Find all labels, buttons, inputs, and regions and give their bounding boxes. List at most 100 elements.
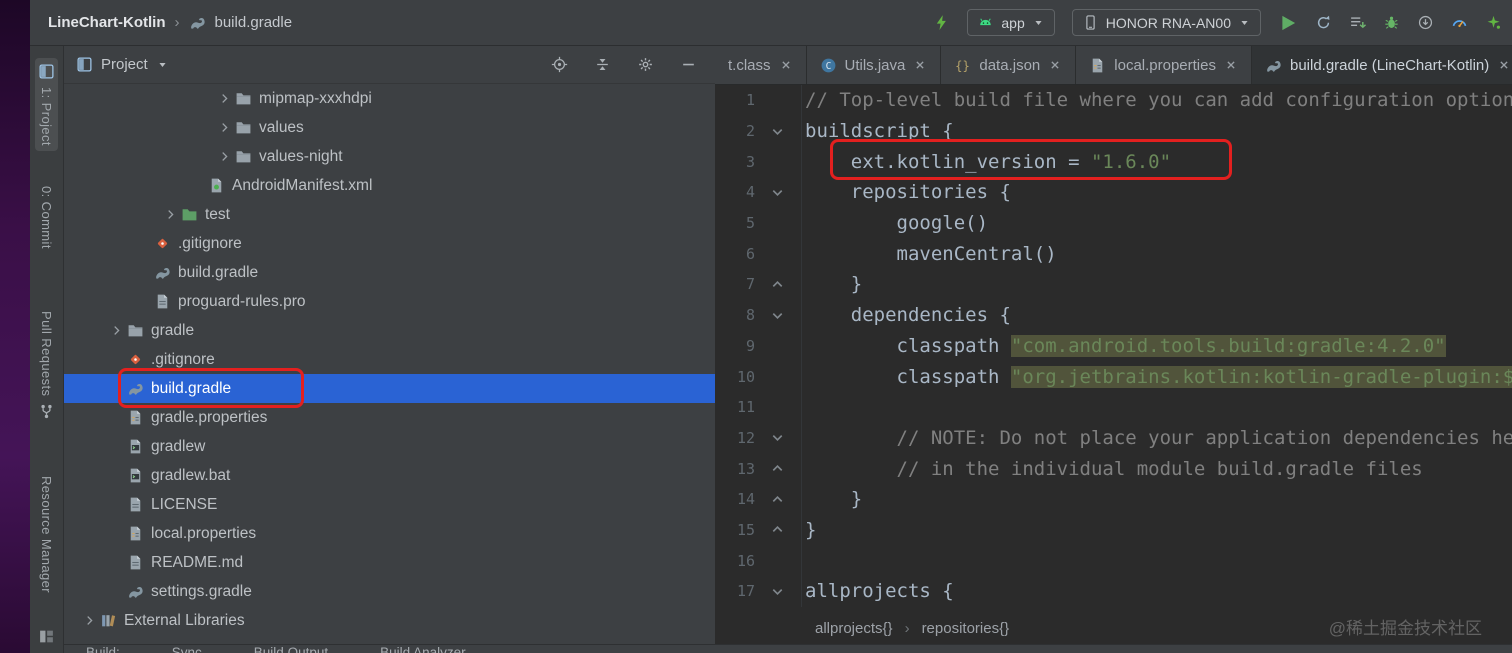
code-line[interactable]: 7 } bbox=[715, 269, 1512, 300]
project-pane-icon bbox=[38, 63, 55, 80]
code-line[interactable]: 5 google() bbox=[715, 208, 1512, 239]
run-configuration-label: app bbox=[1001, 14, 1025, 31]
code-line[interactable]: 3 ext.kotlin_version = "1.6.0" bbox=[715, 146, 1512, 177]
code-line[interactable]: 17 allprojects { bbox=[715, 576, 1512, 607]
stripe-tab-0-commit[interactable]: 0: Commit bbox=[36, 181, 57, 254]
collapse-all-button[interactable] bbox=[594, 56, 611, 73]
code-line[interactable]: 1 // Top-level build file where you can a… bbox=[715, 85, 1512, 116]
tool-windows-icon[interactable] bbox=[38, 628, 55, 645]
expand-chevron-icon[interactable] bbox=[159, 208, 181, 221]
hide-panel-button[interactable] bbox=[680, 56, 697, 73]
tree-item-proguard-rules-pro[interactable]: proguard-rules.pro bbox=[64, 287, 715, 316]
gradle-icon bbox=[127, 583, 144, 600]
tree-item-license[interactable]: LICENSE bbox=[64, 490, 715, 519]
tree-item-gitignore[interactable]: .gitignore bbox=[64, 229, 715, 258]
editor-tab-utils-java[interactable]: C Utils.java bbox=[806, 46, 942, 84]
chevron-down-icon[interactable] bbox=[156, 58, 169, 71]
code-line[interactable]: 9 classpath "com.android.tools.build:gra… bbox=[715, 331, 1512, 362]
editor-breadcrumb-allprojects[interactable]: allprojects{} bbox=[815, 620, 893, 637]
fold-marker-icon[interactable] bbox=[755, 277, 799, 292]
code-line[interactable]: 12 // NOTE: Do not place your applicatio… bbox=[715, 423, 1512, 454]
editor-tab-local-properties[interactable]: local.properties bbox=[1076, 46, 1252, 84]
fold-marker-icon[interactable] bbox=[755, 430, 799, 445]
expand-chevron-icon[interactable] bbox=[213, 150, 235, 163]
stripe-tab-resource-manager[interactable]: Resource Manager bbox=[36, 471, 57, 598]
code-line[interactable]: 4 repositories { bbox=[715, 177, 1512, 208]
project-view-selector[interactable]: Project bbox=[101, 56, 148, 73]
code-token: mavenCentral() bbox=[805, 242, 1057, 265]
editor-tab-data-json[interactable]: {} data.json bbox=[941, 46, 1077, 84]
device-manager-button[interactable] bbox=[1485, 14, 1502, 31]
tree-item-build-gradle[interactable]: build.gradle bbox=[64, 258, 715, 287]
breadcrumb-separator: › bbox=[904, 620, 910, 637]
editor-tab-t-class[interactable]: t.class bbox=[715, 46, 807, 84]
code-line[interactable]: 8 dependencies { bbox=[715, 300, 1512, 331]
locate-file-button[interactable] bbox=[551, 56, 568, 73]
code-text: repositories { bbox=[799, 181, 1011, 203]
breadcrumb-file[interactable]: build.gradle bbox=[215, 14, 293, 31]
file-icon bbox=[127, 554, 144, 571]
bottom-bar-item-build-output[interactable]: Build Output bbox=[254, 645, 328, 653]
run-button[interactable] bbox=[1278, 13, 1298, 33]
tree-item-settings-gradle[interactable]: settings.gradle bbox=[64, 577, 715, 606]
fold-marker-icon[interactable] bbox=[755, 584, 799, 599]
stripe-tab-1-project[interactable]: 1: Project bbox=[35, 58, 58, 151]
close-icon[interactable] bbox=[1224, 58, 1238, 72]
code-line[interactable]: 11 bbox=[715, 392, 1512, 423]
tree-item-gradlew-bat[interactable]: gradlew.bat bbox=[64, 461, 715, 490]
run-configuration-selector[interactable]: app bbox=[967, 9, 1055, 36]
fold-marker-icon[interactable] bbox=[755, 185, 799, 200]
rerun-button[interactable] bbox=[1315, 14, 1332, 31]
expand-chevron-icon[interactable] bbox=[213, 92, 235, 105]
code-line[interactable]: 15} bbox=[715, 515, 1512, 546]
close-icon[interactable] bbox=[913, 58, 927, 72]
tree-item-gradle[interactable]: gradle bbox=[64, 316, 715, 345]
editor-breadcrumb-repositories[interactable]: repositories{} bbox=[922, 620, 1010, 637]
code-line[interactable]: 10 classpath "org.jetbrains.kotlin:kotli… bbox=[715, 361, 1512, 392]
close-icon[interactable] bbox=[1048, 58, 1062, 72]
fold-marker-icon[interactable] bbox=[755, 308, 799, 323]
tree-item-test[interactable]: test bbox=[64, 200, 715, 229]
tree-item-gitignore[interactable]: .gitignore bbox=[64, 345, 715, 374]
tree-item-androidmanifest-xml[interactable]: AndroidManifest.xml bbox=[64, 171, 715, 200]
sync-project-button[interactable] bbox=[1349, 14, 1366, 31]
apply-changes-icon[interactable] bbox=[933, 14, 950, 31]
tree-item-build-gradle[interactable]: build.gradle bbox=[64, 374, 715, 403]
code-line[interactable]: 14 } bbox=[715, 484, 1512, 515]
code-line[interactable]: 2 buildscript { bbox=[715, 116, 1512, 147]
tree-item-mipmap-xxxhdpi[interactable]: mipmap-xxxhdpi bbox=[64, 84, 715, 113]
fold-marker-icon[interactable] bbox=[755, 492, 799, 507]
tree-item-external-libraries[interactable]: External Libraries bbox=[64, 606, 715, 635]
library-icon bbox=[100, 612, 117, 629]
settings-button[interactable] bbox=[637, 56, 654, 73]
debug-button[interactable] bbox=[1383, 14, 1400, 31]
editor-tab-build-gradle-linechart-kotlin[interactable]: build.gradle (LineChart-Kotlin) bbox=[1251, 46, 1512, 84]
tree-item-values-night[interactable]: values-night bbox=[64, 142, 715, 171]
tree-item-gradlew[interactable]: gradlew bbox=[64, 432, 715, 461]
tree-item-gradle-properties[interactable]: gradle.properties bbox=[64, 403, 715, 432]
profiler-button[interactable] bbox=[1451, 14, 1468, 31]
code-line[interactable]: 6 mavenCentral() bbox=[715, 238, 1512, 269]
bottom-bar-item-build[interactable]: Build: bbox=[86, 645, 120, 653]
expand-chevron-icon[interactable] bbox=[213, 121, 235, 134]
close-icon[interactable] bbox=[1497, 58, 1511, 72]
attach-debugger-button[interactable] bbox=[1417, 14, 1434, 31]
code-line[interactable]: 13 // in the individual module build.gra… bbox=[715, 453, 1512, 484]
device-selector[interactable]: HONOR RNA-AN00 bbox=[1071, 9, 1261, 36]
stripe-tab-pull-requests[interactable]: Pull Requests bbox=[35, 306, 58, 425]
code-token: allprojects { bbox=[805, 580, 954, 603]
tree-item-readme-md[interactable]: README.md bbox=[64, 548, 715, 577]
close-icon[interactable] bbox=[779, 58, 793, 72]
bottom-bar-item-sync[interactable]: Sync bbox=[172, 645, 202, 653]
fold-marker-icon[interactable] bbox=[755, 522, 799, 537]
fold-marker-icon[interactable] bbox=[755, 461, 799, 476]
tree-item-values[interactable]: values bbox=[64, 113, 715, 142]
expand-chevron-icon[interactable] bbox=[105, 324, 127, 337]
bottom-bar-item-build-analyzer[interactable]: Build Analyzer bbox=[380, 645, 466, 653]
code-editor[interactable]: 1 // Top-level build file where you can a… bbox=[715, 85, 1512, 607]
tree-item-local-properties[interactable]: local.properties bbox=[64, 519, 715, 548]
fold-marker-icon[interactable] bbox=[755, 124, 799, 139]
breadcrumb-project[interactable]: LineChart-Kotlin bbox=[48, 14, 166, 31]
code-line[interactable]: 16 bbox=[715, 545, 1512, 576]
expand-chevron-icon[interactable] bbox=[78, 614, 100, 627]
